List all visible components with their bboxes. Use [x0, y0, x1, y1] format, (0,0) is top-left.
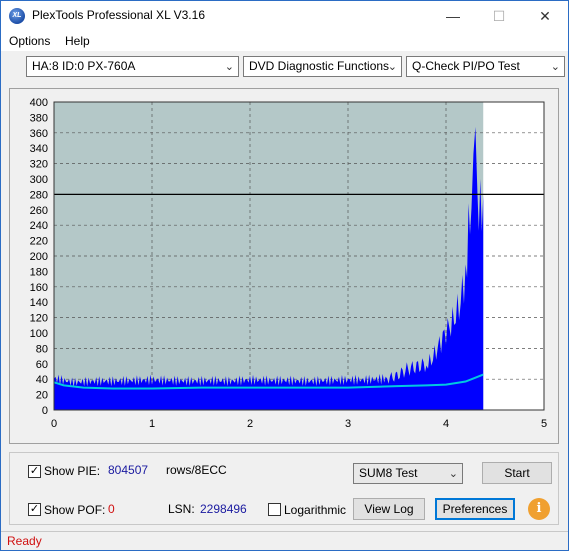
sum-test-value: SUM8 Test	[359, 466, 418, 480]
maximize-button[interactable]: ☐	[476, 1, 522, 31]
menu-bar: Options Help	[1, 31, 568, 51]
lsn-label: LSN:	[168, 502, 195, 516]
y-tick-label: 340	[30, 143, 48, 155]
show-pie-label: Show PIE:	[44, 464, 101, 478]
y-tick-label: 400	[30, 97, 48, 109]
menu-help[interactable]: Help	[65, 34, 90, 48]
y-tick-label: 140	[30, 297, 48, 309]
y-tick-label: 40	[36, 374, 48, 386]
y-tick-label: 320	[30, 159, 48, 171]
y-tick-label: 180	[30, 266, 48, 278]
test-select[interactable]: Q-Check PI/PO Test ⌄	[406, 56, 565, 77]
app-logo-icon: XL	[9, 8, 25, 24]
y-tick-label: 160	[30, 282, 48, 294]
chart-panel: 0 20 40 60 80 100 120 140 160 180 200 220 240 260 280 3…	[9, 88, 559, 444]
show-pie-checkbox[interactable]: ✓	[28, 465, 41, 478]
y-tick-label: 300	[30, 174, 48, 186]
function-select[interactable]: DVD Diagnostic Functions ⌄	[243, 56, 402, 77]
status-text: Ready	[7, 534, 42, 548]
y-tick-label: 80	[36, 343, 48, 355]
view-log-button[interactable]: View Log	[353, 498, 425, 520]
y-tick-label: 240	[30, 220, 48, 232]
y-tick-label: 0	[42, 405, 48, 417]
drive-select[interactable]: HA:8 ID:0 PX-760A ⌄	[26, 56, 239, 77]
test-select-value: Q-Check PI/PO Test	[412, 59, 520, 73]
function-select-value: DVD Diagnostic Functions	[249, 59, 390, 73]
menu-options[interactable]: Options	[9, 34, 50, 48]
info-icon[interactable]: i	[528, 498, 550, 520]
y-tick-label: 380	[30, 112, 48, 124]
x-tick-label: 2	[247, 418, 253, 430]
lsn-value: 2298496	[200, 502, 247, 516]
sum-test-select[interactable]: SUM8 Test ⌄	[353, 463, 463, 484]
x-tick-label: 5	[541, 418, 547, 430]
x-tick-label: 1	[149, 418, 155, 430]
x-tick-label: 4	[443, 418, 449, 430]
y-tick-label: 60	[36, 359, 48, 371]
show-pof-label: Show POF:	[44, 503, 106, 517]
chevron-down-icon: ⌄	[387, 61, 397, 73]
controls-panel: ✓ Show PIE: 804507 rows/8ECC ✓ Show POF:…	[9, 452, 559, 525]
title-bar[interactable]: XL PlexTools Professional XL V3.16 — ☐ ✕	[1, 1, 568, 31]
chevron-down-icon: ⌄	[550, 61, 560, 73]
y-tick-label: 360	[30, 128, 48, 140]
y-tick-label: 260	[30, 205, 48, 217]
plot-data-region	[54, 102, 484, 410]
status-bar: Ready	[1, 531, 568, 550]
close-button[interactable]: ✕	[522, 1, 568, 31]
preferences-button[interactable]: Preferences	[435, 498, 515, 520]
x-tick-label: 3	[345, 418, 351, 430]
pie-po-chart: 0204060801001201401601802002202402602803…	[30, 97, 547, 430]
logarithmic-checkbox[interactable]	[268, 503, 281, 516]
y-tick-label: 120	[30, 313, 48, 325]
pof-value: 0	[108, 502, 115, 516]
y-tick-label: 280	[30, 189, 48, 201]
y-tick-label: 100	[30, 328, 48, 340]
y-tick-label: 220	[30, 236, 48, 248]
pie-unit: rows/8ECC	[166, 463, 227, 477]
chevron-down-icon: ⌄	[224, 61, 234, 73]
chevron-down-icon: ⌄	[448, 468, 458, 480]
app-window: XL PlexTools Professional XL V3.16 — ☐ ✕…	[0, 0, 569, 551]
minimize-button[interactable]: —	[430, 1, 476, 31]
y-tick-label: 20	[36, 390, 48, 402]
start-button[interactable]: Start	[482, 462, 552, 484]
show-pof-checkbox[interactable]: ✓	[28, 503, 41, 516]
y-tick-label: 200	[30, 251, 48, 263]
x-tick-label: 0	[51, 418, 57, 430]
pie-value: 804507	[108, 463, 149, 477]
window-title: PlexTools Professional XL V3.16	[32, 8, 205, 22]
logarithmic-label: Logarithmic	[284, 503, 347, 517]
drive-select-value: HA:8 ID:0 PX-760A	[32, 59, 136, 73]
